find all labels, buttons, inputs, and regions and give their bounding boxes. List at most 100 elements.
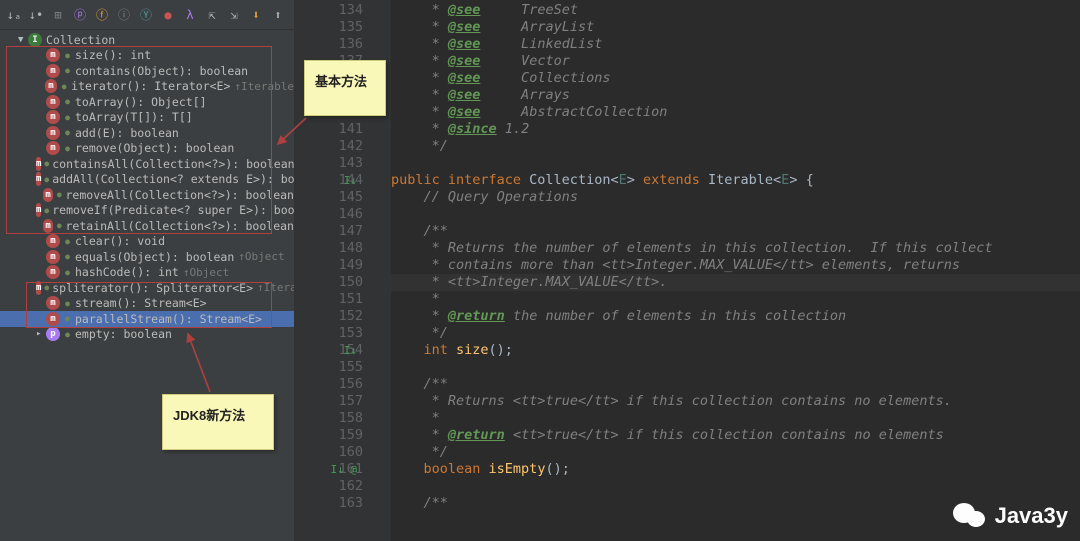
lambda-icon[interactable]: λ (180, 5, 200, 25)
code-line[interactable]: * Returns <tt>true</tt> if this collecti… (391, 393, 1080, 410)
show-fields-icon[interactable]: ⓕ (92, 5, 112, 25)
tree-item[interactable]: m●size(): int (0, 48, 294, 64)
tree-item[interactable]: m●containsAll(Collection<?>): boolean (0, 156, 294, 172)
line-number: 156 (295, 376, 363, 393)
code-line[interactable]: /** (391, 223, 1080, 240)
visibility-icon: ● (56, 190, 62, 199)
tree-item[interactable]: m●hashCode(): int↑Object (0, 265, 294, 281)
expand-icon[interactable]: ⊞ (48, 5, 68, 25)
tree-item-label: removeIf(Predicate<? super E>): boolean (52, 203, 294, 217)
code-line[interactable]: * @see Arrays (391, 87, 1080, 104)
show-properties-icon[interactable]: ⓟ (70, 5, 90, 25)
code-line[interactable]: * @see LinkedList (391, 36, 1080, 53)
visibility-icon: ● (63, 66, 72, 75)
code-line[interactable]: * @see ArrayList (391, 19, 1080, 36)
tree-item[interactable]: m●contains(Object): boolean (0, 63, 294, 79)
code-line[interactable] (391, 155, 1080, 172)
line-number: 143 (295, 155, 363, 172)
code-line[interactable]: * @see TreeSet (391, 2, 1080, 19)
code-line[interactable] (391, 206, 1080, 223)
code-line[interactable]: * @since 1.2 (391, 121, 1080, 138)
wechat-icon (953, 501, 989, 531)
visibility-icon: ● (44, 175, 49, 184)
code-line[interactable]: /** (391, 376, 1080, 393)
sort-az-icon[interactable]: ↓ₐ (4, 5, 24, 25)
line-number: 135 (295, 19, 363, 36)
tree-item[interactable]: m●add(E): boolean (0, 125, 294, 141)
structure-tree[interactable]: ▼ I Collection m●size(): intm●contains(O… (0, 30, 294, 541)
tree-root[interactable]: ▼ I Collection (0, 32, 294, 48)
code-line[interactable]: * contains more than <tt>Integer.MAX_VAL… (391, 257, 1080, 274)
gutter-mark-icon[interactable]: I↓ (344, 342, 357, 359)
code-line[interactable]: */ (391, 325, 1080, 342)
visibility-icon: ● (63, 237, 72, 246)
method-icon: m (43, 188, 53, 202)
code-line[interactable]: * Returns the number of elements in this… (391, 240, 1080, 257)
visibility-icon: ● (63, 299, 72, 308)
code-line[interactable] (391, 478, 1080, 495)
structure-toolbar: ↓ₐ ↓• ⊞ ⓟ ⓕ ⓘ Ⓨ ● λ ⇱ ⇲ ⬇ ⬆ (0, 0, 294, 30)
line-number: 158 (295, 410, 363, 427)
code-line[interactable]: int size(); (391, 342, 1080, 359)
tree-item[interactable]: m●toArray(): Object[] (0, 94, 294, 110)
tree-item[interactable]: m●retainAll(Collection<?>): boolean (0, 218, 294, 234)
watermark-text: Java3y (995, 503, 1068, 529)
code-line[interactable]: // Query Operations (391, 189, 1080, 206)
visibility-icon: ● (44, 159, 49, 168)
code-line[interactable]: * <tt>Integer.MAX_VALUE</tt>. (391, 274, 1080, 291)
tree-item[interactable]: m●iterator(): Iterator<E>↑Iterable (0, 79, 294, 95)
tree-item[interactable]: m●equals(Object): boolean↑Object (0, 249, 294, 265)
code-line[interactable]: public interface Collection<E> extends I… (391, 172, 1080, 189)
tree-item-label: iterator(): Iterator<E> (71, 79, 230, 93)
code-line[interactable]: * @see Vector (391, 53, 1080, 70)
show-non-public-icon[interactable]: ● (158, 5, 178, 25)
method-icon: m (46, 250, 60, 264)
chevron-down-icon[interactable]: ▼ (18, 35, 28, 45)
tree-item-label: empty: boolean (75, 327, 172, 341)
tree-item[interactable]: m●stream(): Stream<E> (0, 296, 294, 312)
code-line[interactable]: * (391, 291, 1080, 308)
visibility-icon: ● (63, 97, 72, 106)
visibility-icon: ● (60, 82, 68, 91)
editor-code[interactable]: * @see TreeSet * @see ArrayList * @see L… (391, 0, 1080, 541)
method-icon: m (46, 234, 60, 248)
code-line[interactable]: * @return the number of elements in this… (391, 308, 1080, 325)
tree-item-label: stream(): Stream<E> (75, 296, 207, 310)
tree-item[interactable]: m●removeIf(Predicate<? super E>): boolea… (0, 203, 294, 219)
tree-item[interactable]: ▸p●empty: boolean (0, 327, 294, 343)
collapse-icon[interactable]: ⇱ (202, 5, 222, 25)
line-number: 152 (295, 308, 363, 325)
visibility-icon: ● (63, 314, 72, 323)
code-line[interactable] (391, 359, 1080, 376)
gutter-mark-icon[interactable]: I↓ (344, 172, 357, 189)
tree-item[interactable]: m●spliterator(): Spliterator<E>↑Iterable (0, 280, 294, 296)
tree-item[interactable]: m● removeAll(Collection<?>): boolean (0, 187, 294, 203)
code-line[interactable]: */ (391, 444, 1080, 461)
line-number: 157 (295, 393, 363, 410)
sort-vis-icon[interactable]: ↓• (26, 5, 46, 25)
tree-expander[interactable]: ▸ (36, 329, 46, 339)
line-number: 146 (295, 206, 363, 223)
code-line[interactable]: * @return <tt>true</tt> if this collecti… (391, 427, 1080, 444)
tree-item-label: removeAll(Collection<?>): boolean (66, 188, 294, 202)
expand-all-icon[interactable]: ⇲ (224, 5, 244, 25)
tree-item[interactable]: m●remove(Object): boolean (0, 141, 294, 157)
tree-item[interactable]: m●clear(): void (0, 234, 294, 250)
line-number: 141 (295, 121, 363, 138)
show-inherited-icon[interactable]: ⓘ (114, 5, 134, 25)
method-icon: m (36, 203, 41, 217)
autoscroll-from-icon[interactable]: ⬆ (268, 5, 288, 25)
code-editor[interactable]: 134135136137138139140141142143144I↓14514… (295, 0, 1080, 541)
code-line[interactable]: * (391, 410, 1080, 427)
code-line[interactable]: * @see AbstractCollection (391, 104, 1080, 121)
show-anon-icon[interactable]: Ⓨ (136, 5, 156, 25)
tree-item[interactable]: m●addAll(Collection<? extends E>): boole… (0, 172, 294, 188)
autoscroll-icon[interactable]: ⬇ (246, 5, 266, 25)
code-line[interactable]: boolean isEmpty(); (391, 461, 1080, 478)
tree-item[interactable]: m●toArray(T[]): T[] (0, 110, 294, 126)
visibility-icon: ● (44, 206, 49, 215)
code-line[interactable]: * @see Collections (391, 70, 1080, 87)
gutter-mark-icon[interactable]: I↓ @ (331, 461, 358, 478)
code-line[interactable]: */ (391, 138, 1080, 155)
tree-item[interactable]: m●parallelStream(): Stream<E> (0, 311, 294, 327)
